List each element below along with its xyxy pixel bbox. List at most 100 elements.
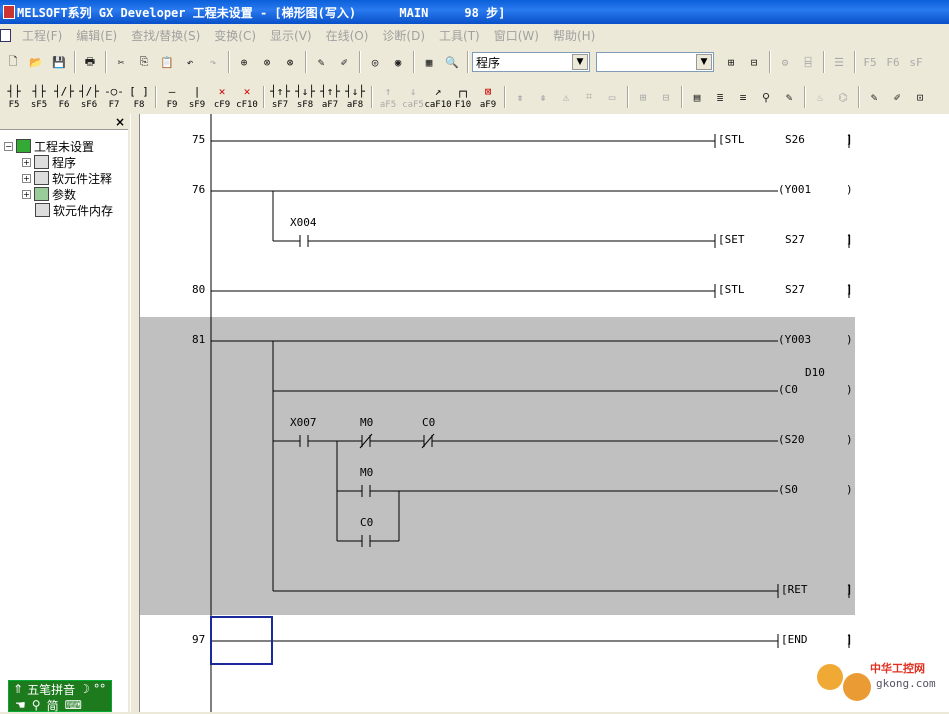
register-icon[interactable]: ⊡ — [909, 86, 931, 108]
falling-edge-button[interactable]: ┤↓├ sF8 — [293, 84, 317, 111]
save-icon[interactable]: 💾 — [48, 51, 70, 73]
diagram-icon[interactable]: ▦ — [418, 51, 440, 73]
instruction: [STL — [718, 133, 745, 146]
open-folder-icon[interactable]: 📂 — [25, 51, 47, 73]
rising-edge-button[interactable]: ┤↑├ sF7 — [268, 84, 292, 111]
panel-splitter[interactable] — [130, 114, 140, 712]
moon-icon[interactable]: ☽ °° — [79, 682, 106, 696]
undo-icon[interactable]: ↶ — [179, 51, 201, 73]
expand-icon[interactable]: + — [22, 157, 31, 167]
delete-hline-button[interactable]: ✕ cF9 — [210, 84, 234, 111]
hand-icon[interactable]: ☚ — [15, 698, 26, 712]
close-icon[interactable]: × — [115, 115, 125, 129]
statement-icon[interactable]: ≣ — [709, 86, 731, 108]
coil-button[interactable]: -○- F7 — [102, 84, 126, 111]
contact-nc-parallel-button[interactable]: ┤/├ sF6 — [77, 84, 101, 111]
cut-icon[interactable]: ✂ — [110, 51, 132, 73]
instruction: [SET — [718, 233, 745, 246]
ime-arrow-icon[interactable]: ⇑ — [13, 682, 23, 696]
program-combo[interactable]: 程序 ▼ — [472, 52, 590, 72]
hline-button[interactable]: — F9 — [160, 84, 184, 111]
menu-diagnostics[interactable]: 诊断(D) — [375, 27, 432, 44]
f5-icon[interactable]: F5 — [859, 51, 881, 73]
zoom-icon[interactable]: 🔍 — [441, 51, 463, 73]
second-combo[interactable]: ▼ — [596, 52, 714, 72]
copy-icon[interactable]: ⎘ — [133, 51, 155, 73]
expand-icon[interactable]: + — [22, 189, 31, 199]
search-icon[interactable]: ⚲ — [32, 698, 41, 712]
block-icon[interactable]: ▭ — [601, 86, 623, 108]
invert-down-button[interactable]: ↓ caF5 — [401, 84, 425, 111]
write-plc-icon[interactable]: ✎ — [310, 51, 332, 73]
sfc-icon[interactable]: ⌗ — [578, 86, 600, 108]
sampling-icon[interactable]: ♨ — [809, 86, 831, 108]
line-input-button[interactable]: ↗ caF10 — [424, 84, 451, 111]
paste-icon[interactable]: 📋 — [156, 51, 178, 73]
read-plc-icon[interactable]: ✐ — [333, 51, 355, 73]
split-icon[interactable]: ⊞ — [632, 86, 654, 108]
svg-text:): ) — [846, 333, 853, 346]
contact-parallel-button[interactable]: ┤├ sF5 — [27, 84, 51, 111]
merge-icon[interactable]: ⊟ — [655, 86, 677, 108]
program-icon — [34, 155, 49, 169]
line-delete-button[interactable]: ⊠ aF9 — [476, 84, 500, 111]
list-edit-icon[interactable]: ✎ — [863, 86, 885, 108]
insert-row-icon[interactable]: ⇟ — [509, 86, 531, 108]
device-test-icon[interactable]: ⚙ — [774, 51, 796, 73]
contact-no-button[interactable]: ┤├ F5 — [2, 84, 26, 111]
instruction-search-icon[interactable]: ⊗ — [256, 51, 278, 73]
parameter-icon[interactable]: ☰ — [828, 51, 850, 73]
sf-icon[interactable]: sF — [905, 51, 927, 73]
menu-edit[interactable]: 编辑(E) — [69, 27, 124, 44]
ime-toolbar[interactable]: ⇑ 五笔拼音 ☽ °° ☚ ⚲ 简 ⌨ — [8, 680, 112, 713]
chevron-down-icon[interactable]: ▼ — [572, 54, 588, 70]
alias-icon[interactable]: ⚲ — [755, 86, 777, 108]
error-icon[interactable]: ⚠ — [555, 86, 577, 108]
plc-diagnosis-icon[interactable]: ⌸ — [797, 51, 819, 73]
instruction-button[interactable]: [ ] F8 — [127, 84, 151, 111]
menu-online[interactable]: 在线(O) — [319, 27, 376, 44]
tree-item-program[interactable]: + 程序 — [0, 154, 128, 170]
new-file-icon[interactable]: 🗋 — [2, 51, 24, 73]
expand-icon[interactable]: + — [22, 173, 31, 183]
menu-find-replace[interactable]: 查找/替换(S) — [124, 27, 207, 44]
tree-root[interactable]: − 工程未设置 — [0, 138, 128, 154]
contact-nc-button[interactable]: ┤/├ F6 — [52, 84, 76, 111]
menu-project[interactable]: 工程(F) — [15, 27, 69, 44]
device-batch-icon[interactable]: ✐ — [886, 86, 908, 108]
collapse-icon[interactable]: − — [4, 141, 13, 151]
monitor-stop-icon[interactable]: ◉ — [387, 51, 409, 73]
ladder-diagram[interactable]: 75 [STL S26 ] 76 (Y001 ) X004 [SET S27 ]… — [140, 114, 855, 712]
menu-window[interactable]: 窗口(W) — [487, 27, 546, 44]
device-search-icon[interactable]: ⊕ — [233, 51, 255, 73]
monitor-write-icon[interactable]: ✎ — [778, 86, 800, 108]
menu-tools[interactable]: 工具(T) — [432, 27, 487, 44]
redo-icon[interactable]: ↷ — [202, 51, 224, 73]
document-icon[interactable] — [0, 28, 11, 42]
f6-icon[interactable]: F6 — [882, 51, 904, 73]
list-mode-icon[interactable]: ⊟ — [743, 51, 765, 73]
tree-item-comment[interactable]: + 软元件注释 — [0, 170, 128, 186]
step-search-icon[interactable]: ⊛ — [279, 51, 301, 73]
print-icon[interactable]: 🖶 — [79, 51, 101, 73]
menu-help[interactable]: 帮助(H) — [546, 27, 602, 44]
delete-vline-button[interactable]: ✕ cF10 — [235, 84, 259, 111]
delete-row-icon[interactable]: ⇞ — [532, 86, 554, 108]
rising-parallel-button[interactable]: ┤↑├ aF7 — [318, 84, 342, 111]
menu-view[interactable]: 显示(V) — [263, 27, 319, 44]
ladder-mode-icon[interactable]: ⊞ — [720, 51, 742, 73]
chevron-down-icon[interactable]: ▼ — [696, 54, 712, 70]
panel-header: × — [0, 114, 128, 130]
line-draw-button[interactable]: ┌┐ F10 — [451, 84, 475, 111]
menu-convert[interactable]: 变换(C) — [207, 27, 263, 44]
trace-icon[interactable]: ⌬ — [832, 86, 854, 108]
keyboard-icon[interactable]: ⌨ — [65, 698, 82, 712]
note-icon[interactable]: ≡ — [732, 86, 754, 108]
falling-parallel-button[interactable]: ┤↓├ aF8 — [343, 84, 367, 111]
invert-up-button[interactable]: ↑ aF5 — [376, 84, 400, 111]
monitor-icon[interactable]: ◎ — [364, 51, 386, 73]
tree-item-memory[interactable]: 软元件内存 — [0, 202, 128, 218]
tree-item-parameter[interactable]: + 参数 — [0, 186, 128, 202]
vline-button[interactable]: | sF9 — [185, 84, 209, 111]
comment-icon[interactable]: ▤ — [686, 86, 708, 108]
